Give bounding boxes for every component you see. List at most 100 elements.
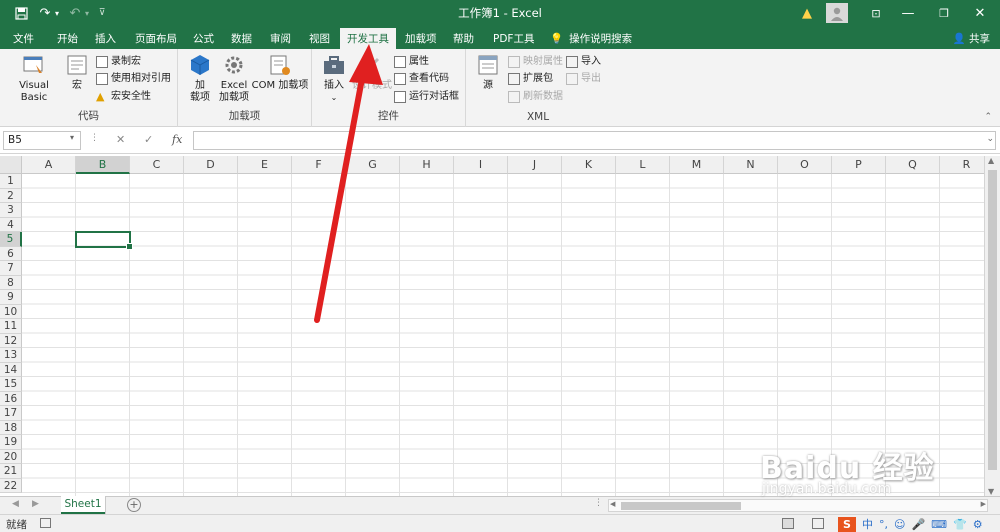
macro-record-icon[interactable] [40,518,51,528]
customize-qat-icon[interactable]: ⊽ [96,4,108,22]
active-cell[interactable] [75,231,133,249]
column-header-l[interactable]: L [616,156,670,174]
properties-button[interactable]: 属性 [394,54,429,70]
row-header-22[interactable]: 22 [0,478,22,493]
tab-help[interactable]: 帮助 [446,29,481,49]
xml-source-button[interactable]: 源 [474,53,502,92]
column-header-i[interactable]: I [454,156,508,174]
share-button[interactable]: 👤 共享 [953,29,990,49]
normal-view-icon[interactable] [782,518,794,529]
select-all-button[interactable] [0,156,22,174]
page-layout-view-icon[interactable] [812,518,824,529]
ime-emoji-icon[interactable]: ☺ [894,518,905,531]
row-header-14[interactable]: 14 [0,362,22,377]
tab-view[interactable]: 视图 [302,29,337,49]
column-header-h[interactable]: H [400,156,454,174]
enter-entry-button[interactable]: ✓ [144,133,153,146]
map-properties-button[interactable]: 映射属性 [508,54,563,70]
ime-mic-icon[interactable]: 🎤 [911,518,925,531]
row-header-8[interactable]: 8 [0,275,22,290]
column-header-j[interactable]: J [508,156,562,174]
save-icon[interactable] [12,4,30,22]
import-button[interactable]: 导入 [566,54,601,70]
row-header-17[interactable]: 17 [0,406,22,421]
run-dialog-button[interactable]: 运行对话框 [394,89,459,105]
export-button[interactable]: 导出 [566,71,601,87]
row-header-3[interactable]: 3 [0,203,22,218]
close-button[interactable]: ✕ [962,0,998,26]
tab-review[interactable]: 审阅 [263,29,298,49]
row-header-10[interactable]: 10 [0,304,22,319]
column-header-o[interactable]: O [778,156,832,174]
record-macro-button[interactable]: 录制宏 [96,54,141,70]
column-header-c[interactable]: C [130,156,184,174]
column-header-q[interactable]: Q [886,156,940,174]
tab-developer[interactable]: 开发工具 [340,28,396,50]
ime-keyboard-icon[interactable]: ⌨ [931,518,947,531]
column-header-k[interactable]: K [562,156,616,174]
row-header-7[interactable]: 7 [0,261,22,276]
view-code-button[interactable]: 查看代码 [394,71,449,87]
sheet-tab[interactable]: Sheet1 [61,496,105,514]
tab-page-layout[interactable]: 页面布局 [128,29,184,49]
tab-pdf-tools[interactable]: PDF工具 [486,29,541,49]
ime-toolbar[interactable]: S 中 °, ☺ 🎤 ⌨ 👕 ⚙ [838,516,983,532]
row-header-18[interactable]: 18 [0,420,22,435]
restore-button[interactable]: ❐ [926,0,962,26]
column-header-e[interactable]: E [238,156,292,174]
row-header-5[interactable]: 5 [0,232,22,247]
tab-formulas[interactable]: 公式 [186,29,221,49]
row-header-16[interactable]: 16 [0,391,22,406]
cancel-entry-button[interactable]: ✕ [116,133,125,146]
tab-addins[interactable]: 加载项 [398,29,444,49]
macros-button[interactable]: 宏 [64,53,90,92]
ime-chinese-mode[interactable]: 中 [862,516,873,532]
ribbon-display-options-icon[interactable]: ⊡ [858,0,894,26]
refresh-data-button[interactable]: 刷新数据 [508,89,563,105]
minimize-button[interactable]: — [890,0,926,26]
addins-button[interactable]: 加 载项 [186,53,214,104]
column-header-a[interactable]: A [22,156,76,174]
insert-function-button[interactable]: fx [172,133,182,146]
horizontal-scrollbar[interactable]: ◀ ▶ [608,499,988,512]
vertical-scrollbar[interactable]: ▲ ▼ [984,156,1000,496]
row-header-12[interactable]: 12 [0,333,22,348]
design-mode-button[interactable]: 设计模式 [352,53,392,92]
column-header-b[interactable]: B [76,156,130,174]
row-header-15[interactable]: 15 [0,377,22,392]
expand-formula-bar-icon[interactable]: ⌄ [986,134,994,144]
undo-dropdown-icon[interactable]: ▾ [82,4,92,22]
ime-punctuation[interactable]: °, [879,518,888,531]
column-header-p[interactable]: P [832,156,886,174]
com-addins-button[interactable]: COM 加载项 [250,53,310,92]
row-header-11[interactable]: 11 [0,319,22,334]
row-header-2[interactable]: 2 [0,188,22,203]
column-header-n[interactable]: N [724,156,778,174]
row-header-20[interactable]: 20 [0,449,22,464]
insert-controls-button[interactable]: 插入 ⌄ [320,53,348,104]
tab-data[interactable]: 数据 [224,29,259,49]
column-header-f[interactable]: F [292,156,346,174]
macro-security-button[interactable]: ▲ 宏安全性 [96,89,151,105]
row-header-1[interactable]: 1 [0,174,22,189]
chevron-down-icon[interactable]: ▾ [70,133,74,142]
row-header-19[interactable]: 19 [0,435,22,450]
tell-me-search[interactable]: 💡 操作说明搜索 [550,29,632,49]
sogou-icon[interactable]: S [838,516,856,532]
tab-home[interactable]: 开始 [50,29,85,49]
column-header-g[interactable]: G [346,156,400,174]
excel-addins-button[interactable]: Excel 加载项 [216,53,252,104]
column-header-m[interactable]: M [670,156,724,174]
vertical-scroll-thumb[interactable] [988,170,997,470]
scroll-right-icon[interactable]: ▶ [981,500,986,508]
formula-input[interactable] [193,131,996,150]
avatar[interactable] [826,3,848,23]
ime-settings-icon[interactable]: ⚙ [973,518,983,531]
drag-handle-icon[interactable]: ⋮ [90,133,99,143]
warning-icon[interactable]: ▲ [800,4,814,22]
scroll-down-icon[interactable]: ▼ [988,487,994,496]
row-header-6[interactable]: 6 [0,246,22,261]
tab-insert[interactable]: 插入 [88,29,123,49]
hscroll-splitter-icon[interactable]: ⋮ [594,498,603,508]
row-header-21[interactable]: 21 [0,464,22,479]
